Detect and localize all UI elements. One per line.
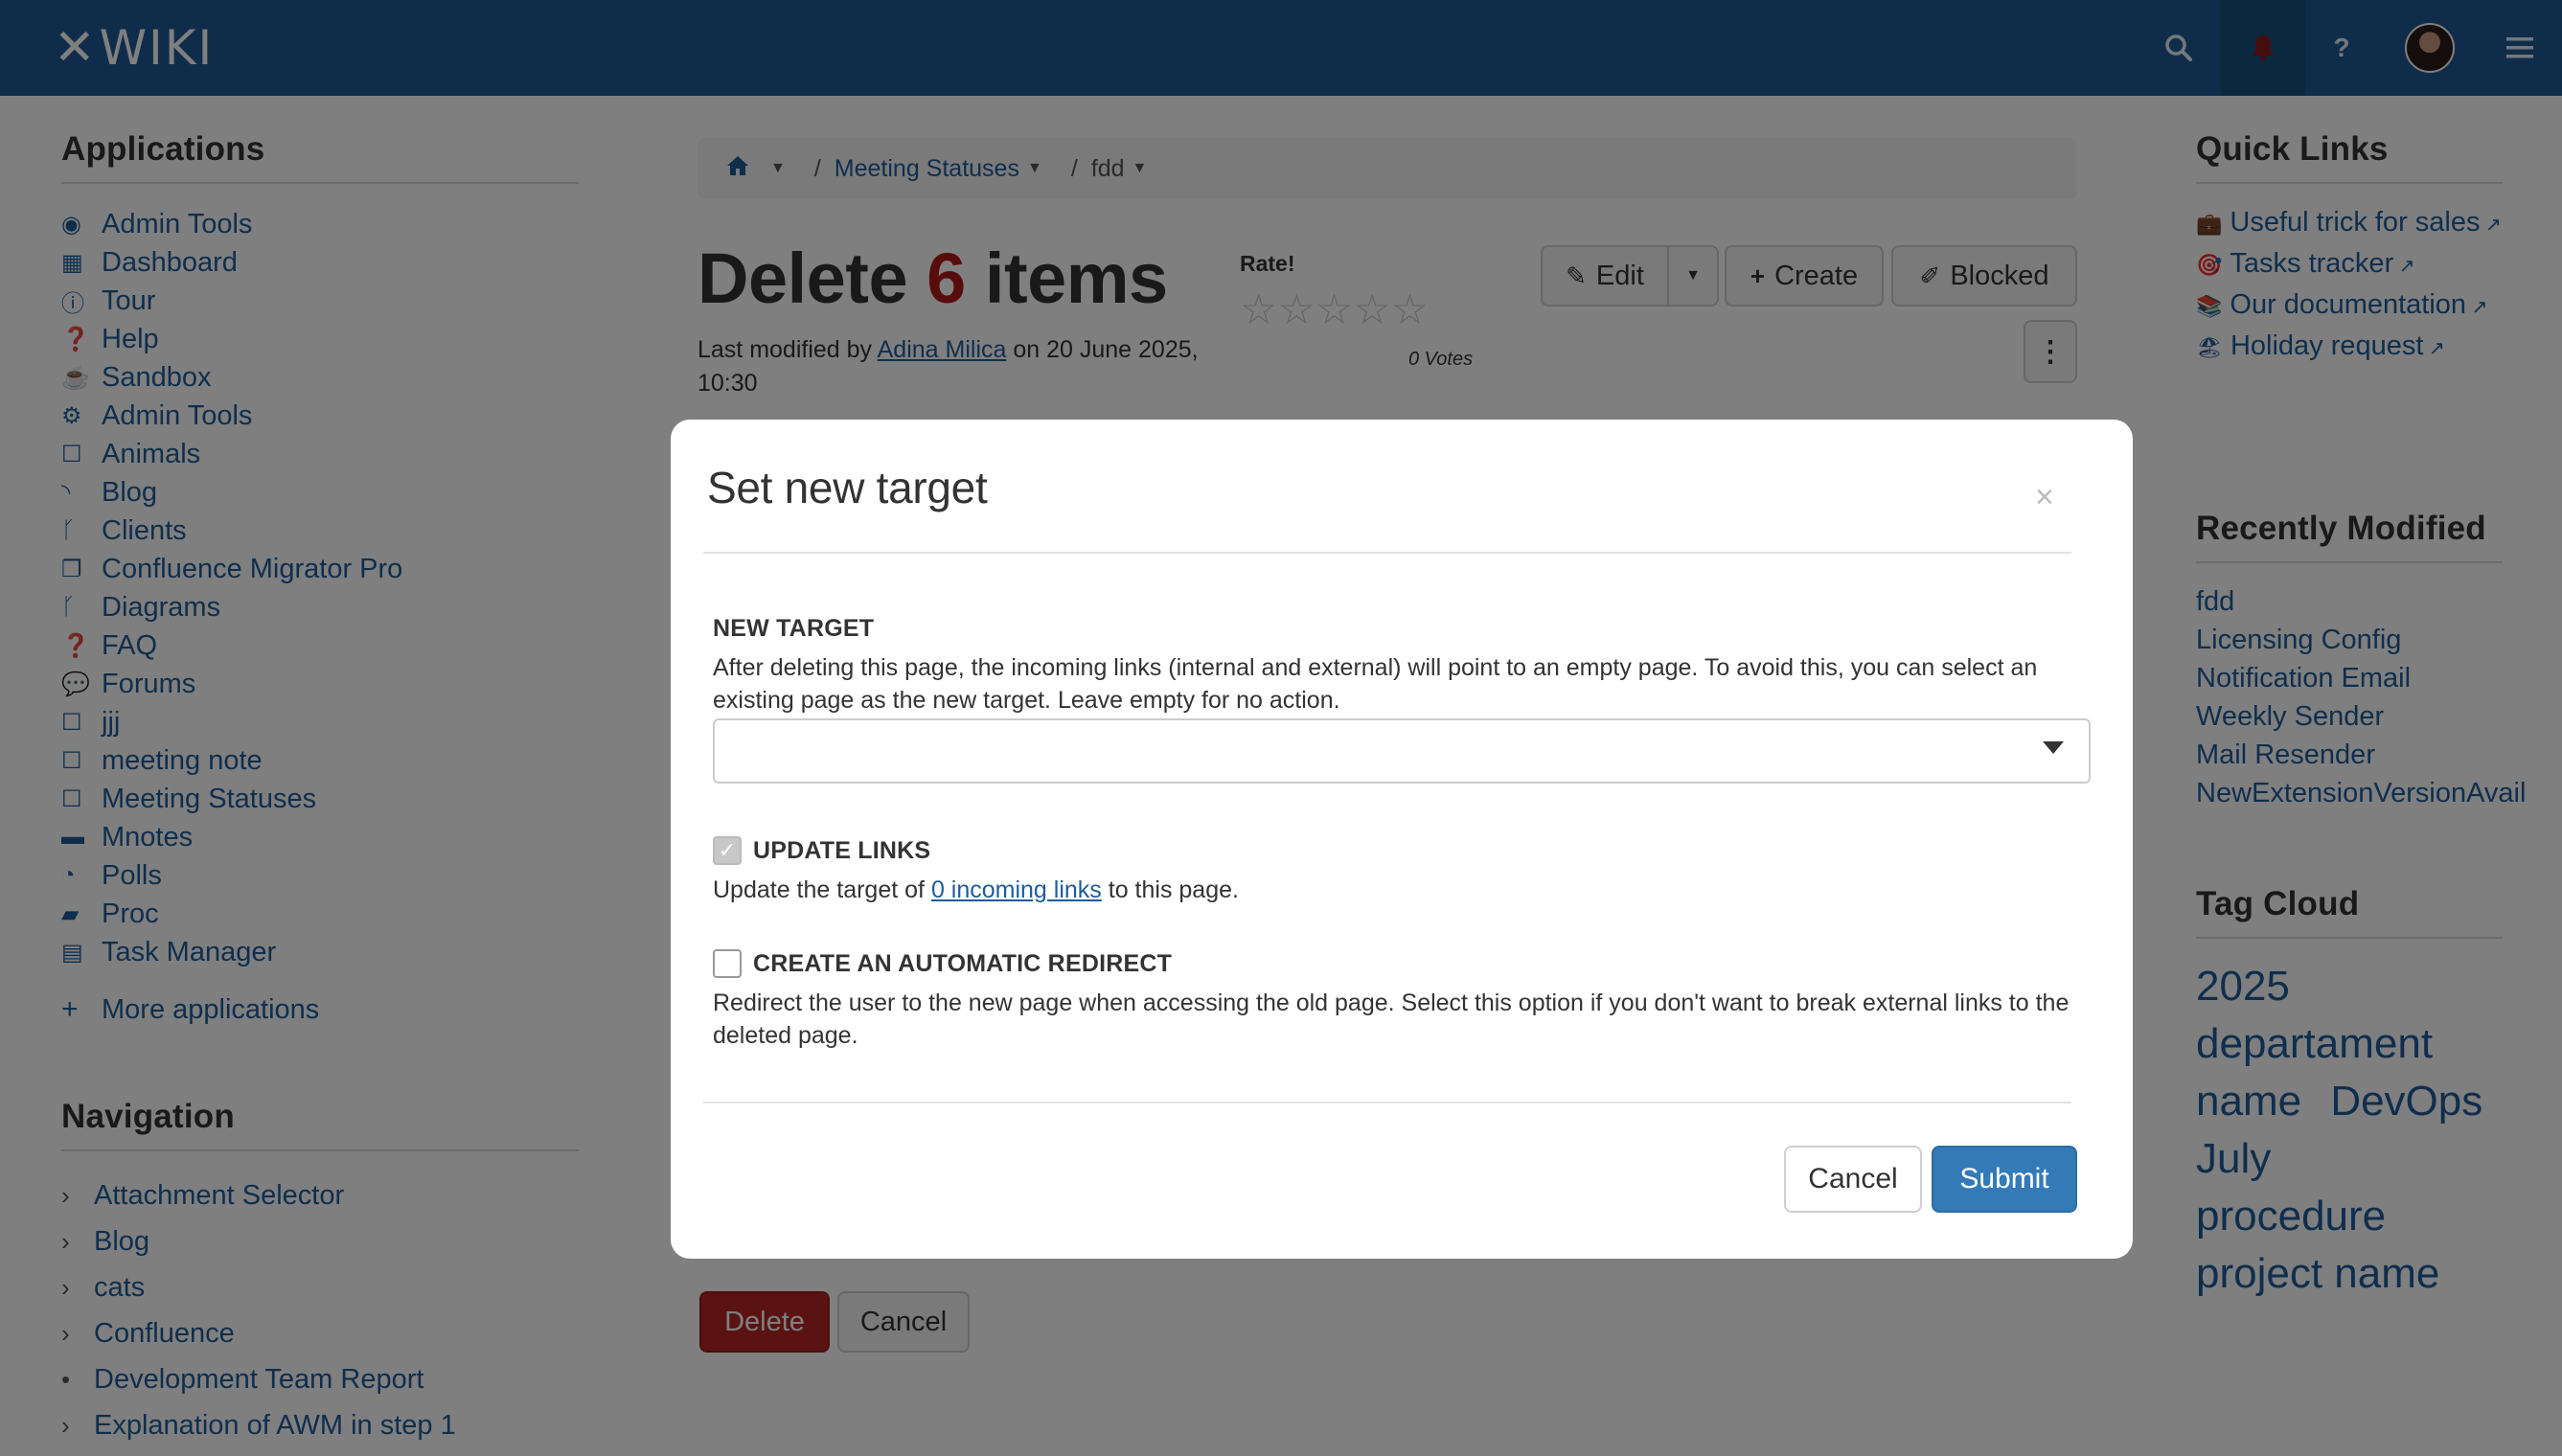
update-links-hint-suffix: to this page. [1108,876,1239,903]
close-icon[interactable]: × [2035,479,2054,516]
update-links-hint-prefix: Update the target of [713,876,925,903]
cancel-button[interactable]: Cancel [1784,1146,1922,1213]
incoming-links-link[interactable]: 0 incoming links [931,876,1102,903]
submit-button[interactable]: Submit [1932,1146,2077,1213]
automatic-redirect-label: CREATE AN AUTOMATIC REDIRECT [753,950,1173,977]
dropdown-arrow-icon [2043,741,2064,754]
checkmark-icon: ✓ [718,838,737,862]
new-target-hint: After deleting this page, the incoming l… [713,654,2038,714]
dialog-footer-divider [703,1102,2071,1103]
update-links-label: UPDATE LINKS [753,837,931,864]
set-new-target-dialog: Set new target × NEW TARGET After deleti… [671,420,2133,1259]
new-target-select[interactable] [713,718,2091,784]
update-links-hint: Update the target of 0 incoming links to… [713,874,2073,906]
dialog-title: Set new target [707,463,988,512]
automatic-redirect-checkbox[interactable] [713,949,742,978]
new-target-label: NEW TARGET [713,615,875,642]
automatic-redirect-hint: Redirect the user to the new page when a… [713,990,2070,1049]
update-links-checkbox[interactable]: ✓ [713,836,742,865]
dialog-header-divider [703,552,2071,554]
